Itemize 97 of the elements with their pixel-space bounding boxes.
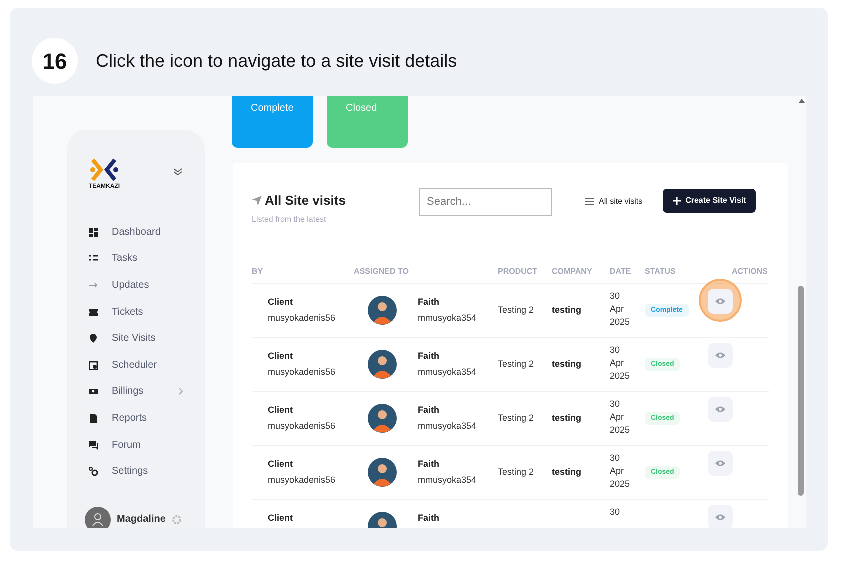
column-header: DATE: [610, 266, 632, 276]
view-button[interactable]: [708, 450, 733, 476]
date-text: 2025: [610, 370, 632, 382]
banknote-icon: [89, 387, 98, 396]
column-header: ACTIONS: [732, 266, 768, 278]
date-text: 30: [610, 506, 622, 518]
sidebar-item[interactable]: Forum: [112, 438, 141, 453]
sidebar-item[interactable]: Site Visits: [112, 331, 156, 346]
user-name: Magdaline: [117, 513, 166, 528]
client-email: musyokadenis56: [268, 366, 337, 379]
chat-icon: [89, 440, 98, 450]
list-icon: [89, 254, 98, 264]
date-text: 2025: [610, 424, 632, 436]
view-button[interactable]: [708, 504, 733, 528]
product-cell-text: Testing 2: [498, 304, 536, 317]
client-name: Client: [268, 512, 294, 524]
assignee-email: mmusyoka354: [418, 474, 478, 487]
navigation-arrow-icon: [252, 196, 262, 206]
date-text: 30: [610, 344, 622, 356]
avatar-icon: [368, 458, 397, 486]
client-name: Client: [268, 458, 294, 470]
date-text: 30: [610, 398, 622, 410]
company-cell-text: testing: [552, 358, 583, 371]
company-cell-text: testing: [552, 304, 583, 317]
assignee-name: Faith: [418, 512, 440, 524]
panel-subtitle: Listed from the latest: [252, 214, 328, 226]
arrow-right-icon: [89, 280, 98, 290]
assignee-email: mmusyoka354: [418, 420, 478, 433]
sidebar-item[interactable]: Settings: [112, 464, 148, 480]
ticket-icon: [89, 308, 98, 317]
sidebar-item[interactable]: Tickets: [112, 304, 144, 320]
eye-icon: [715, 406, 726, 412]
dashboard-icon: [89, 228, 98, 237]
document-icon: [89, 414, 98, 423]
client-name: Client: [268, 404, 294, 416]
sidebar-item[interactable]: Dashboard: [112, 224, 161, 240]
client-email: musyokadenis56: [268, 420, 337, 433]
date-text: Apr: [610, 410, 626, 424]
assignee-email: mmusyoka354: [418, 312, 478, 325]
company-cell-text: testing: [552, 466, 583, 479]
assignee-name: Faith: [418, 458, 440, 470]
assignee-name: Faith: [418, 296, 440, 308]
view-button[interactable]: [708, 288, 733, 314]
sidebar-item[interactable]: Tasks: [112, 251, 138, 266]
menu-icon[interactable]: [585, 198, 594, 206]
product-cell-text: Testing 2: [498, 412, 536, 425]
client-name: Client: [268, 350, 294, 362]
product-cell-text: Testing 2: [498, 466, 536, 479]
eye-icon: [715, 352, 726, 358]
column-header: COMPANY: [552, 266, 592, 276]
user-avatar[interactable]: [85, 506, 111, 528]
company-cell-text: testing: [552, 412, 583, 425]
scroll-up-arrow-icon[interactable]: [799, 99, 805, 103]
create-site-visit-button[interactable]: Create Site Visit: [662, 189, 756, 213]
eye-icon: [715, 514, 726, 520]
scrollbar-thumb[interactable]: [798, 286, 804, 496]
sidebar-item[interactable]: Billings: [112, 384, 144, 400]
product-cell-text: Testing 2: [498, 358, 536, 371]
location-pin-icon: [89, 334, 98, 344]
view-button[interactable]: [708, 396, 733, 422]
step-instruction: Click the icon to navigate to a site visit details: [96, 50, 458, 73]
eye-icon: [715, 460, 726, 466]
plus-icon: [672, 197, 681, 205]
panel-title: All Site visits: [265, 192, 346, 210]
date-text: 30: [610, 452, 622, 464]
sidebar-item[interactable]: Reports: [112, 410, 148, 426]
chevron-right-icon: [179, 388, 183, 396]
filter-link[interactable]: All site visits: [599, 196, 643, 208]
column-header: ASSIGNED TO: [354, 266, 409, 276]
column-header: PRODUCT: [498, 266, 538, 276]
search-field[interactable]: Search...: [419, 188, 552, 216]
highlight-ring: [699, 278, 742, 322]
date-text: Apr: [610, 302, 626, 316]
date-text: Apr: [610, 356, 626, 370]
view-button[interactable]: [708, 342, 733, 368]
client-name: Client: [268, 296, 294, 308]
date-text: 30: [610, 290, 622, 302]
settings-icon: [89, 467, 98, 476]
eye-icon: [715, 298, 726, 304]
assignee-email: mmusyoka354: [418, 366, 478, 379]
date-text: 2025: [610, 478, 632, 490]
chevron-down-icon[interactable]: [173, 168, 183, 176]
assignee-name: Faith: [418, 404, 440, 416]
client-email: musyokadenis56: [268, 312, 337, 325]
assignee-name: Faith: [418, 350, 440, 362]
avatar-icon: [368, 296, 397, 324]
column-header: BY: [252, 266, 264, 276]
avatar-icon: [368, 404, 397, 432]
sidebar-item[interactable]: Scheduler: [112, 358, 158, 373]
sidebar-item[interactable]: Updates: [112, 278, 150, 293]
logo-icon: [89, 158, 121, 182]
gear-icon[interactable]: [172, 514, 182, 525]
date-text: 2025: [610, 316, 632, 328]
date-text: Apr: [610, 464, 626, 478]
avatar-icon: [368, 350, 397, 378]
client-email: musyokadenis56: [268, 474, 337, 487]
column-header: STATUS: [645, 266, 676, 276]
